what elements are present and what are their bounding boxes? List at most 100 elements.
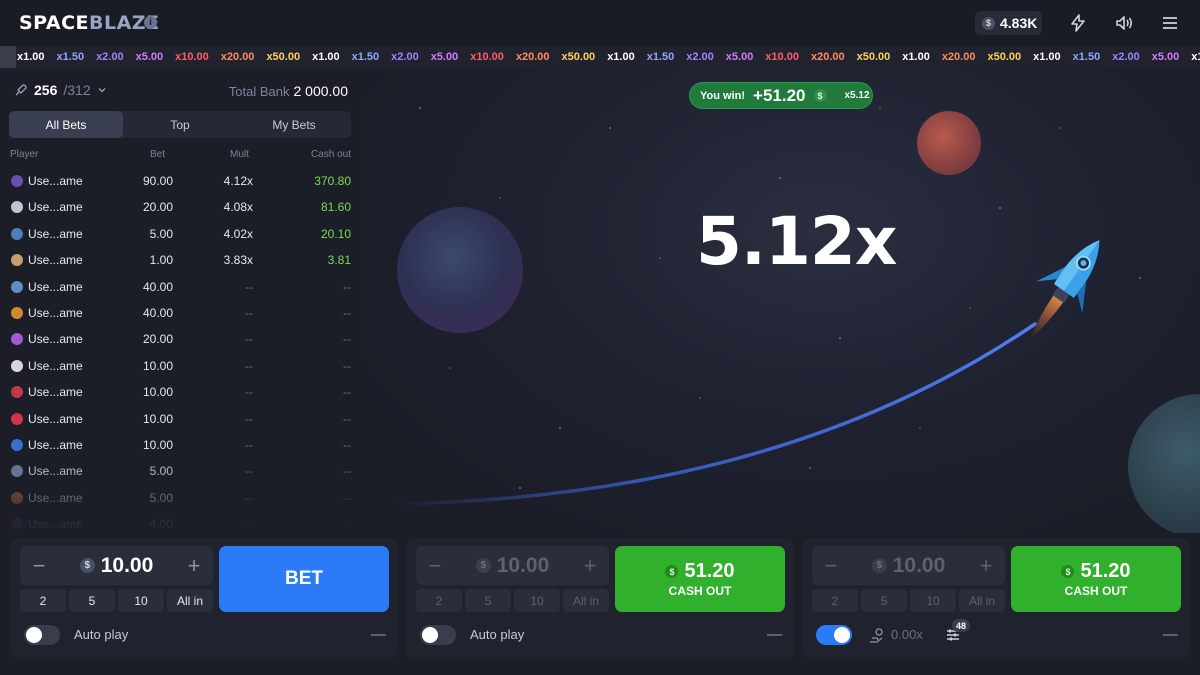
all-in-button[interactable]: All in bbox=[563, 589, 609, 612]
history-item: x50.00 bbox=[987, 51, 1022, 63]
cashout-value: 81.60 bbox=[320, 200, 351, 215]
autoplay-label: Auto play bbox=[470, 627, 525, 642]
bet-button[interactable]: BET bbox=[219, 546, 389, 612]
history-item: x1.50 bbox=[1072, 51, 1101, 63]
increase-button[interactable]: + bbox=[979, 553, 993, 579]
cashout-value: -- bbox=[343, 411, 351, 426]
game-canvas: You win! +51.20 $ x5.12 5.12x bbox=[360, 68, 1200, 533]
collapse-icon[interactable] bbox=[767, 634, 782, 636]
cashout-value: -- bbox=[343, 385, 351, 400]
collapse-icon[interactable] bbox=[371, 634, 386, 636]
mult-value: 4.02x bbox=[223, 226, 253, 241]
col-player: Player bbox=[10, 149, 39, 160]
autoplay-toggle[interactable] bbox=[816, 625, 852, 645]
win-banner: You win! +51.20 $ x5.12 bbox=[689, 82, 873, 109]
table-fade bbox=[0, 478, 360, 536]
cashout-amount: 51.20 bbox=[1080, 560, 1131, 582]
player-name: Use...ame bbox=[28, 411, 83, 426]
history-item: x1.00 bbox=[1033, 51, 1061, 63]
top-bar: SPACEBLAZE i $ 4.83K bbox=[0, 0, 1200, 46]
auto-cashout-value[interactable]: 0.00x bbox=[891, 627, 923, 642]
player-name: Use...ame bbox=[28, 174, 83, 188]
history-item: x50.00 bbox=[856, 51, 891, 63]
quick-10-button[interactable]: 10 bbox=[514, 589, 560, 612]
player-name: Use...ame bbox=[28, 358, 83, 373]
mult-value: -- bbox=[245, 411, 253, 426]
menu-icon[interactable] bbox=[1160, 13, 1180, 33]
history-edge bbox=[0, 46, 16, 68]
dollar-icon: $ bbox=[813, 89, 827, 102]
mult-value: -- bbox=[245, 332, 253, 347]
player-name: Use...ame bbox=[28, 464, 83, 479]
auto-cashout-icon[interactable] bbox=[868, 627, 886, 645]
dollar-icon: $ bbox=[475, 558, 491, 573]
tab-my-bets[interactable]: My Bets bbox=[237, 111, 351, 138]
decrease-button[interactable]: − bbox=[428, 553, 442, 579]
bet-amount-field[interactable]: − $10.00 + bbox=[416, 546, 609, 585]
quick-10-button[interactable]: 10 bbox=[118, 589, 164, 612]
lightning-icon[interactable] bbox=[1068, 13, 1088, 33]
quick-5-button[interactable]: 5 bbox=[69, 589, 115, 612]
bet-amount-value[interactable]: 10.00 bbox=[893, 554, 946, 578]
cashout-value: -- bbox=[343, 305, 351, 320]
mult-value: -- bbox=[245, 464, 253, 479]
mult-value: -- bbox=[245, 279, 253, 294]
player-name: Use...ame bbox=[28, 200, 83, 215]
history-item: x10.00 bbox=[765, 51, 799, 63]
autoplay-toggle[interactable] bbox=[24, 625, 60, 645]
increase-button[interactable]: + bbox=[583, 553, 597, 579]
decrease-button[interactable]: − bbox=[824, 553, 838, 579]
avatar bbox=[11, 386, 23, 399]
info-icon[interactable]: i bbox=[144, 16, 157, 29]
mult-value: -- bbox=[245, 437, 253, 452]
tab-all-bets[interactable]: All Bets bbox=[9, 111, 123, 138]
bet-amount-value[interactable]: 10.00 bbox=[497, 554, 550, 578]
autoplay-toggle[interactable] bbox=[420, 625, 456, 645]
tab-top[interactable]: Top bbox=[123, 111, 237, 138]
bet-panel-3: − $10.00 + 2 5 10 All in $51.20 CASH OUT… bbox=[802, 538, 1190, 659]
quick-amounts: 2 5 10 All in bbox=[20, 589, 213, 612]
collapse-icon[interactable] bbox=[1163, 634, 1178, 636]
sound-icon[interactable] bbox=[1114, 13, 1134, 33]
cashout-label: CASH OUT bbox=[1064, 584, 1128, 598]
balance-display[interactable]: $ 4.83K bbox=[975, 11, 1042, 35]
chevron-down-icon bbox=[98, 88, 106, 93]
bet-amount-field[interactable]: − $10.00 + bbox=[812, 546, 1005, 585]
avatar bbox=[11, 465, 23, 478]
players-total: /312 bbox=[63, 82, 91, 98]
settings-badge: 48 bbox=[952, 619, 970, 632]
history-item: x5.00 bbox=[135, 51, 164, 63]
decrease-button[interactable]: − bbox=[32, 553, 46, 579]
quick-5-button[interactable]: 5 bbox=[465, 589, 511, 612]
cashout-button[interactable]: $51.20 CASH OUT bbox=[615, 546, 785, 612]
quick-5-button[interactable]: 5 bbox=[861, 589, 907, 612]
bet-value: 10.00 bbox=[142, 411, 173, 426]
quick-2-button[interactable]: 2 bbox=[416, 589, 462, 612]
bet-value: 40.00 bbox=[142, 279, 173, 294]
cashout-amount: 51.20 bbox=[684, 560, 735, 582]
dollar-icon: $ bbox=[982, 16, 995, 30]
col-bet: Bet bbox=[150, 149, 166, 160]
current-multiplier: 5.12x bbox=[696, 203, 897, 280]
quick-2-button[interactable]: 2 bbox=[812, 589, 858, 612]
dollar-icon: $ bbox=[871, 558, 887, 573]
increase-button[interactable]: + bbox=[187, 553, 201, 579]
planet-red bbox=[917, 111, 981, 175]
history-item: x2.00 bbox=[686, 51, 714, 63]
quick-2-button[interactable]: 2 bbox=[20, 589, 66, 612]
win-multiplier: x5.12 bbox=[844, 90, 870, 101]
all-in-button[interactable]: All in bbox=[959, 589, 1005, 612]
avatar bbox=[11, 227, 23, 240]
player-name: Use...ame bbox=[28, 437, 83, 452]
bet-amount-field[interactable]: − $10.00 + bbox=[20, 546, 213, 585]
bet-amount-value[interactable]: 10.00 bbox=[101, 554, 154, 578]
quick-amounts: 2 5 10 All in bbox=[812, 589, 1005, 612]
history-item: x20.00 bbox=[810, 51, 845, 63]
history-item: x5.00 bbox=[430, 51, 459, 63]
cashout-button[interactable]: $51.20 CASH OUT bbox=[1011, 546, 1181, 612]
players-count[interactable]: 256/312 bbox=[14, 82, 107, 98]
bet-value: 10.00 bbox=[142, 437, 173, 452]
history-item: x10.00 bbox=[175, 51, 209, 63]
quick-10-button[interactable]: 10 bbox=[910, 589, 956, 612]
all-in-button[interactable]: All in bbox=[167, 589, 213, 612]
